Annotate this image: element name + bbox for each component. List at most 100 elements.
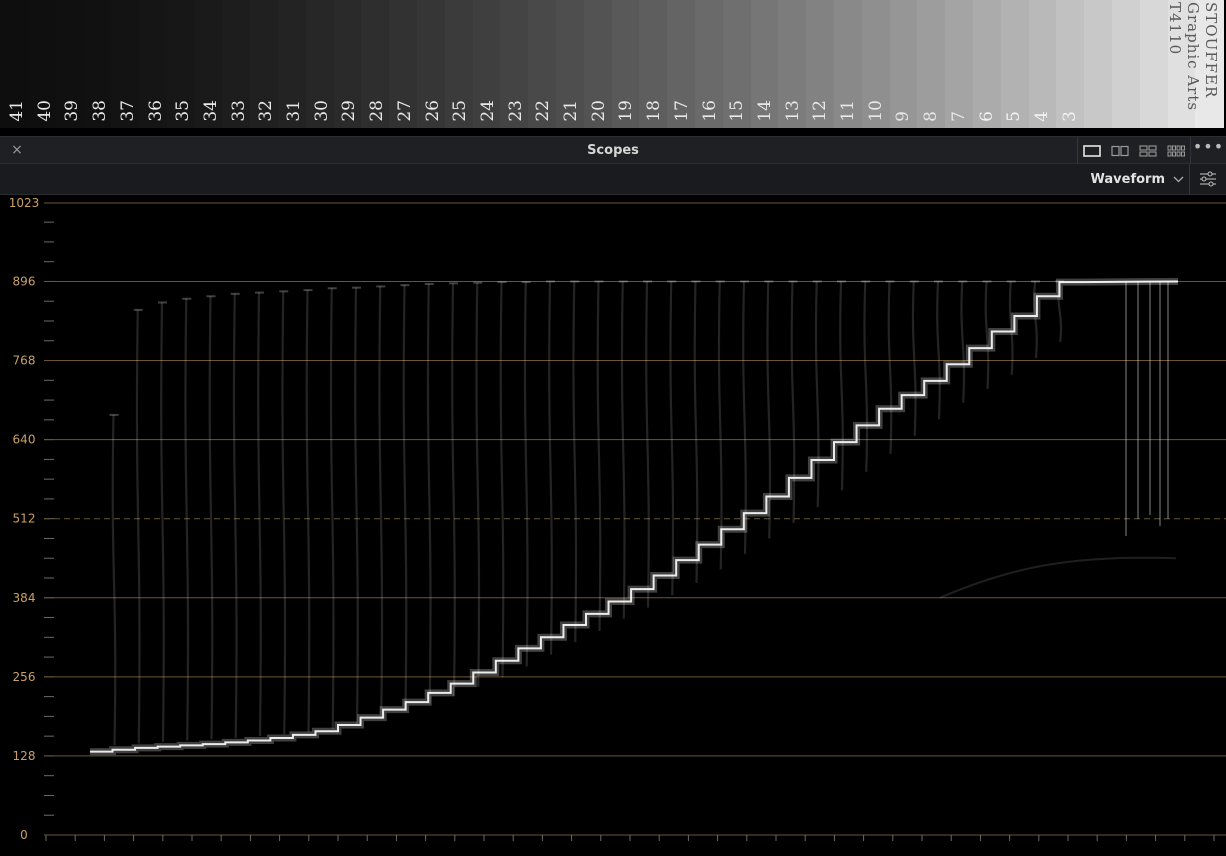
quad-view-icon bbox=[1139, 144, 1157, 157]
wedge-step bbox=[1000, 0, 1030, 128]
grid-view-icon bbox=[1167, 145, 1185, 156]
wedge-step-number: 9 bbox=[893, 111, 914, 122]
waveform-streak bbox=[281, 291, 287, 735]
wedge-step-number: 12 bbox=[810, 100, 831, 122]
waveform-streak bbox=[451, 283, 456, 697]
wedge-step-number: 25 bbox=[450, 100, 471, 122]
waveform-streak bbox=[669, 281, 675, 596]
wedge-step-number: 14 bbox=[754, 100, 775, 122]
waveform-streak bbox=[960, 281, 966, 403]
waveform-streak bbox=[257, 292, 262, 737]
y-axis-label: 128 bbox=[13, 749, 36, 763]
wedge-step-number: 28 bbox=[367, 100, 388, 122]
y-axis-label: 768 bbox=[13, 354, 36, 368]
wedge-step-number: 37 bbox=[117, 100, 138, 122]
wedge-step-number: 30 bbox=[311, 100, 332, 122]
waveform-streak bbox=[305, 290, 311, 732]
waveform-streak bbox=[426, 283, 432, 704]
wedge-step-number: 38 bbox=[90, 100, 111, 122]
waveform-streak bbox=[402, 285, 408, 712]
waveform-streak bbox=[814, 281, 820, 507]
chevron-down-icon bbox=[1173, 172, 1184, 186]
wedge-brand-text: STOUFFER Graphic Arts T4110 bbox=[1166, 2, 1220, 122]
y-axis-label: 512 bbox=[13, 512, 36, 526]
single-view-icon bbox=[1083, 144, 1101, 157]
scopes-title-bar: × Scopes ••• bbox=[0, 136, 1226, 164]
wedge-step bbox=[1084, 0, 1113, 128]
wedge-step-number: 35 bbox=[173, 100, 194, 122]
dual-view-icon bbox=[1111, 145, 1129, 156]
wedge-step-number: 21 bbox=[561, 100, 581, 122]
wedge-step-number: 31 bbox=[284, 100, 304, 122]
grid-view-button[interactable] bbox=[1162, 137, 1190, 164]
scope-type-dropdown[interactable]: Waveform bbox=[1081, 164, 1188, 194]
wedge-step-number: 34 bbox=[200, 100, 221, 122]
waveform-streak bbox=[354, 287, 359, 726]
dual-view-button[interactable] bbox=[1106, 137, 1134, 164]
wedge-step-number: 16 bbox=[699, 100, 720, 122]
wedge-step-number: 41 bbox=[7, 100, 27, 122]
wedge-step-number: 17 bbox=[671, 100, 692, 122]
waveform-trace bbox=[90, 280, 1179, 753]
more-options-icon[interactable]: ••• bbox=[1190, 137, 1226, 164]
waveform-streak bbox=[645, 281, 650, 608]
single-view-button[interactable] bbox=[1078, 137, 1106, 164]
y-axis-label: 640 bbox=[13, 433, 36, 447]
waveform-streak bbox=[911, 281, 917, 436]
wedge-step-number: 6 bbox=[976, 111, 997, 122]
waveform-streak bbox=[499, 282, 505, 678]
waveform-streak bbox=[693, 281, 699, 583]
waveform-streak bbox=[596, 281, 602, 632]
wedge-step-number: 13 bbox=[782, 100, 803, 122]
wedge-step-number: 7 bbox=[948, 111, 969, 122]
waveform-streak bbox=[572, 281, 578, 643]
waveform-scope: 1023 896 768 640 512 384 256 128 0 bbox=[0, 195, 1226, 856]
wedge-step-number: 40 bbox=[34, 100, 55, 122]
waveform-streak bbox=[548, 281, 553, 655]
quad-view-button[interactable] bbox=[1134, 137, 1162, 164]
wedge-step-number: 18 bbox=[644, 100, 665, 122]
waveform-trace-glow bbox=[90, 277, 1179, 756]
y-axis-label: 256 bbox=[13, 670, 36, 684]
waveform-streak bbox=[208, 296, 214, 740]
wedge-step-number: 11 bbox=[838, 100, 858, 122]
waveform-streak bbox=[863, 281, 869, 472]
scope-settings-button[interactable] bbox=[1189, 164, 1226, 194]
sliders-icon bbox=[1200, 171, 1216, 187]
wedge-step-number: 8 bbox=[921, 111, 942, 122]
wedge-step-number: 5 bbox=[1004, 111, 1025, 122]
wedge-step bbox=[945, 0, 974, 128]
waveform-streak bbox=[984, 281, 990, 390]
waveform-streak bbox=[523, 282, 529, 667]
panel-title: Scopes bbox=[587, 143, 639, 158]
waveform-graph: 1023 896 768 640 512 384 256 128 0 bbox=[9, 196, 1226, 842]
wedge-step bbox=[1112, 0, 1141, 128]
wedge-step-number: 27 bbox=[394, 100, 415, 122]
wedge-step-number: 10 bbox=[865, 100, 886, 122]
wedge-step-number: 23 bbox=[505, 100, 526, 122]
wedge-step bbox=[973, 0, 1002, 128]
wedge-step-number: 24 bbox=[477, 100, 498, 122]
wedge-step-number: 19 bbox=[616, 100, 637, 122]
wedge-step-number: 29 bbox=[339, 100, 360, 122]
waveform-streak bbox=[378, 286, 384, 719]
waveform-streak bbox=[184, 298, 190, 741]
waveform-streak bbox=[887, 281, 893, 454]
wedge-step bbox=[889, 0, 919, 128]
wedge-step-number: 22 bbox=[533, 100, 554, 122]
waveform-streak bbox=[160, 302, 165, 742]
wedge-step-number: 4 bbox=[1031, 111, 1052, 122]
waveform-streak bbox=[329, 288, 335, 729]
y-axis-label: 1023 bbox=[9, 196, 40, 210]
step-wedge-image: 41 40 39 38 37 36 35 34 33 32 31 30 29 28 27 26 25 24 23 22… bbox=[0, 0, 1226, 128]
waveform-streak bbox=[475, 282, 481, 687]
wedge-step-number: 32 bbox=[256, 100, 277, 122]
waveform-streak bbox=[936, 281, 941, 420]
waveform-streak bbox=[111, 414, 117, 746]
wedge-step-number: 20 bbox=[588, 100, 609, 122]
waveform-streak bbox=[620, 281, 626, 619]
wedge-step bbox=[1139, 0, 1169, 128]
wedge-step bbox=[1028, 0, 1058, 128]
wedge-step-number: 39 bbox=[62, 100, 83, 122]
waveform-streak bbox=[839, 281, 844, 491]
